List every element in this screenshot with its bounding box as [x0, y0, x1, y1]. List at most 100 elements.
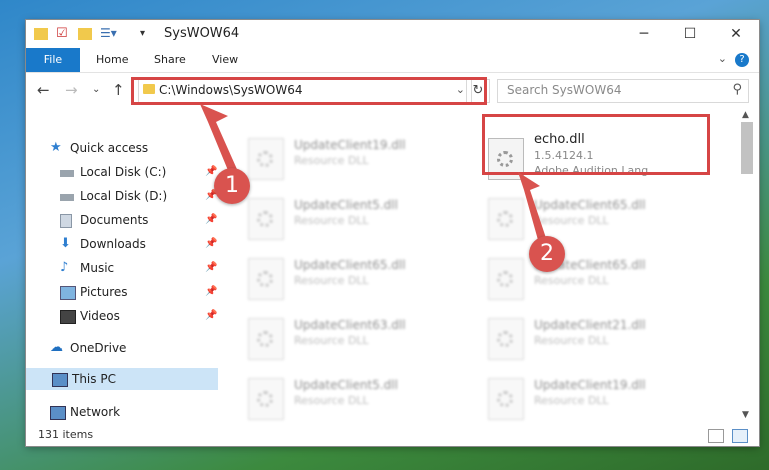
- sidebar-item-onedrive[interactable]: ☁ OneDrive: [50, 337, 220, 359]
- pin-icon[interactable]: 📌: [205, 209, 217, 231]
- tab-home[interactable]: Home: [96, 48, 128, 72]
- file-name: UpdateClient65.dll: [294, 258, 406, 272]
- file-name: UpdateClient21.dll: [534, 318, 646, 332]
- dll-file-icon: [488, 378, 524, 420]
- list-item[interactable]: UpdateClient5.dll Resource DLL: [222, 186, 452, 240]
- file-description: Resource DLL: [294, 334, 369, 347]
- large-icons-view-icon[interactable]: [732, 429, 748, 443]
- sidebar-item-label: Local Disk (D:): [80, 189, 168, 203]
- video-icon: [60, 310, 76, 324]
- title-bar: ☑ ☰▾ ▾ SysWOW64 ─ ☐ ✕: [26, 20, 759, 48]
- search-icon[interactable]: ⚲: [732, 82, 742, 97]
- step-2-badge: 2: [529, 236, 565, 272]
- list-item[interactable]: UpdateClient19.dll Resource DLL: [222, 126, 452, 180]
- address-bar-highlight: [131, 77, 487, 105]
- up-arrow-icon[interactable]: ↑: [112, 81, 125, 99]
- cloud-icon: ☁: [50, 340, 63, 355]
- properties-icon[interactable]: ☑: [56, 26, 68, 42]
- file-description: Resource DLL: [294, 274, 369, 287]
- drive-icon: [60, 170, 74, 177]
- file-description: Resource DLL: [534, 394, 609, 407]
- sidebar-item-pictures[interactable]: Pictures 📌: [60, 281, 220, 303]
- close-icon[interactable]: ✕: [713, 20, 759, 48]
- sidebar-item-downloads[interactable]: ⬇ Downloads 📌: [60, 233, 220, 255]
- computer-icon: [52, 373, 68, 387]
- dll-file-icon: [488, 258, 524, 300]
- list-item[interactable]: UpdateClient19.dll Resource DLL: [462, 366, 692, 420]
- pin-icon[interactable]: 📌: [205, 305, 217, 327]
- sidebar-item-label: This PC: [72, 372, 116, 386]
- sidebar-item-label: OneDrive: [70, 341, 127, 355]
- dll-file-icon: [248, 378, 284, 420]
- dll-file-icon: [248, 258, 284, 300]
- help-icon[interactable]: ?: [735, 53, 749, 67]
- scrollbar-thumb[interactable]: [741, 122, 753, 174]
- sidebar-item-videos[interactable]: Videos 📌: [60, 305, 220, 327]
- sidebar-item-local-disk-c[interactable]: Local Disk (C:) 📌: [60, 161, 220, 183]
- vertical-scrollbar[interactable]: ▲ ▼: [736, 108, 759, 424]
- sidebar-item-label: Network: [70, 405, 121, 419]
- sidebar-item-quick-access[interactable]: ★ Quick access: [50, 137, 220, 159]
- sidebar-item-label: Music: [80, 261, 115, 275]
- sidebar-item-label: Pictures: [80, 285, 128, 299]
- echo-dll-highlight: [482, 114, 710, 175]
- scroll-down-icon[interactable]: ▼: [742, 410, 749, 420]
- search-input[interactable]: Search SysWOW64 ⚲: [497, 79, 749, 103]
- sidebar-item-this-pc[interactable]: This PC: [26, 368, 218, 390]
- minimize-icon[interactable]: ─: [621, 20, 667, 48]
- list-item[interactable]: UpdateClient21.dll Resource DLL: [462, 306, 692, 360]
- file-description: Resource DLL: [294, 214, 369, 227]
- expand-ribbon-icon[interactable]: ⌄: [718, 52, 727, 65]
- file-description: Resource DLL: [534, 334, 609, 347]
- back-arrow-icon[interactable]: ←: [37, 81, 50, 99]
- search-placeholder: Search SysWOW64: [507, 83, 622, 97]
- file-name: UpdateClient5.dll: [294, 198, 398, 212]
- star-icon: ★: [50, 140, 62, 155]
- tab-share[interactable]: Share: [154, 48, 186, 72]
- pin-icon[interactable]: 📌: [205, 257, 217, 279]
- customize-quick-access-icon[interactable]: ☰▾: [100, 26, 117, 42]
- pin-icon[interactable]: 📌: [205, 281, 217, 303]
- file-description: Resource DLL: [534, 274, 609, 287]
- file-description: Resource DLL: [294, 394, 369, 407]
- pin-icon[interactable]: 📌: [205, 233, 217, 255]
- sidebar-item-label: Local Disk (C:): [80, 165, 167, 179]
- dll-file-icon: [488, 318, 524, 360]
- pictures-icon: [60, 286, 76, 300]
- sidebar-item-music[interactable]: ♪ Music 📌: [60, 257, 220, 279]
- network-icon: [50, 406, 66, 420]
- new-folder-icon[interactable]: [78, 28, 92, 40]
- forward-arrow-icon[interactable]: →: [65, 81, 78, 99]
- sidebar-item-label: Videos: [80, 309, 120, 323]
- details-view-icon[interactable]: [708, 429, 724, 443]
- tab-file[interactable]: File: [26, 48, 80, 72]
- file-name: UpdateClient63.dll: [294, 318, 406, 332]
- tab-view[interactable]: View: [212, 48, 238, 72]
- window-title: SysWOW64: [164, 26, 240, 41]
- navigation-pane: ★ Quick access Local Disk (C:) 📌 Local D…: [26, 108, 222, 424]
- file-description: Resource DLL: [294, 154, 369, 167]
- list-item[interactable]: UpdateClient63.dll Resource DLL: [222, 306, 452, 360]
- sidebar-item-local-disk-d[interactable]: Local Disk (D:) 📌: [60, 185, 220, 207]
- step-1-badge: 1: [214, 168, 250, 204]
- file-name: UpdateClient19.dll: [294, 138, 406, 152]
- file-description: Resource DLL: [534, 214, 609, 227]
- status-bar: 131 items: [26, 424, 759, 446]
- list-item[interactable]: UpdateClient65.dll Resource DLL: [222, 246, 452, 300]
- list-item[interactable]: UpdateClient5.dll Resource DLL: [222, 366, 452, 420]
- recent-locations-icon[interactable]: ⌄: [92, 84, 100, 95]
- scroll-up-icon[interactable]: ▲: [742, 110, 749, 120]
- list-item[interactable]: UpdateClient65.dll Resource DLL: [462, 186, 692, 240]
- dll-file-icon: [248, 138, 284, 180]
- maximize-icon[interactable]: ☐: [667, 20, 713, 48]
- toolbar-dropdown-icon[interactable]: ▾: [140, 28, 145, 44]
- sidebar-item-network[interactable]: Network: [50, 401, 220, 423]
- file-name: UpdateClient19.dll: [534, 378, 646, 392]
- drive-icon: [60, 194, 74, 201]
- folder-icon[interactable]: [34, 28, 48, 40]
- list-item[interactable]: UpdateClient65.dll Resource DLL: [462, 246, 692, 300]
- music-icon: ♪: [60, 260, 69, 275]
- document-icon: [60, 214, 72, 228]
- sidebar-item-documents[interactable]: Documents 📌: [60, 209, 220, 231]
- dll-file-icon: [488, 198, 524, 240]
